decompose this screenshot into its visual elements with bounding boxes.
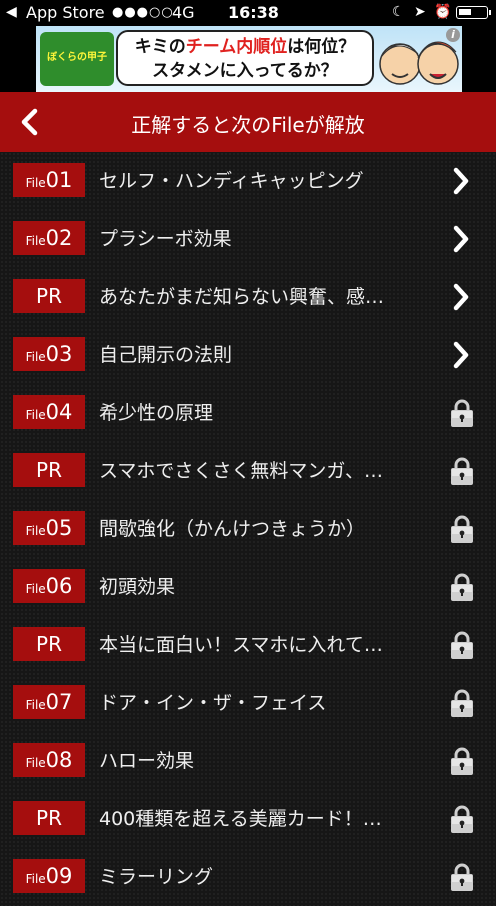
ad-info-icon[interactable]: i	[446, 28, 460, 42]
file-badge-number: 05	[45, 516, 73, 540]
list-item[interactable]: File04 希少性の原理	[0, 384, 496, 442]
chevron-right-icon[interactable]	[452, 341, 470, 369]
list-item[interactable]: File08 ハロー効果	[0, 732, 496, 790]
lock-icon	[451, 457, 473, 485]
back-to-app-icon[interactable]: ◀	[6, 4, 17, 20]
list-item-label: 希少性の原理	[99, 402, 214, 424]
pr-badge: PR	[13, 627, 85, 661]
pr-badge: PR	[13, 453, 85, 487]
signal-strength-icon: ●●●○○	[112, 5, 174, 20]
list-item[interactable]: File01 セルフ・ハンディキャッピング	[0, 152, 496, 210]
file-badge-prefix: File	[25, 756, 46, 770]
lock-icon	[451, 573, 473, 601]
clock: 16:38	[228, 3, 279, 22]
list-item-label: 初頭効果	[99, 576, 176, 598]
list-item-label: 400種類を超える美麗カード！…	[99, 808, 382, 830]
list-item-label: スマホでさくさく無料マンガ、…	[99, 460, 384, 482]
ad-banner[interactable]: ぼくらの甲子園! キミのチーム内順位は何位？ スタメンに入ってるか？ i	[36, 26, 462, 92]
status-bar: ◀ App Store ●●●○○ 4G 16:38 ☾ ➤ ⏰	[0, 0, 496, 26]
chevron-right-icon[interactable]	[452, 225, 470, 253]
file-badge-number: 07	[45, 690, 73, 714]
back-to-app-label[interactable]: App Store	[26, 3, 105, 22]
list-item-label: ハロー効果	[99, 750, 195, 772]
list-item[interactable]: PR スマホでさくさく無料マンガ、…	[0, 442, 496, 500]
file-badge: File05	[13, 511, 85, 545]
file-badge-prefix: File	[25, 582, 46, 596]
file-list: File01 セルフ・ハンディキャッピング File02 プラシーボ効果 PR あなたがま…	[0, 152, 496, 906]
list-item[interactable]: PR 本当に面白い！スマホに入れて…	[0, 616, 496, 674]
pr-badge: PR	[13, 801, 85, 835]
file-badge-number: 01	[45, 168, 73, 192]
lock-icon	[451, 631, 473, 659]
list-item-label: ドア・イン・ザ・フェイス	[99, 692, 327, 714]
file-badge: File04	[13, 395, 85, 429]
list-item[interactable]: File07 ドア・イン・ザ・フェイス	[0, 674, 496, 732]
file-badge: File01	[13, 163, 85, 197]
list-item-label: 自己開示の法則	[99, 344, 233, 366]
ad-area: ぼくらの甲子園! キミのチーム内順位は何位？ スタメンに入ってるか？ i	[0, 26, 496, 92]
network-type: 4G	[172, 3, 195, 22]
list-item[interactable]: File03 自己開示の法則	[0, 326, 496, 384]
file-badge-number: 02	[45, 226, 73, 250]
list-item-label: プラシーボ効果	[99, 228, 232, 250]
lock-icon	[451, 805, 473, 833]
list-item-label: 間歇強化（かんけつきょうか）	[99, 518, 366, 540]
lock-icon	[451, 399, 473, 427]
list-item[interactable]: File02 プラシーボ効果	[0, 210, 496, 268]
list-item-label: セルフ・ハンディキャッピング	[99, 170, 364, 192]
file-badge-prefix: File	[25, 234, 46, 248]
chevron-right-icon[interactable]	[452, 167, 470, 195]
alarm-icon: ⏰	[434, 4, 452, 20]
ad-line-1-highlight: チーム内順位	[185, 37, 288, 57]
file-badge-prefix: File	[25, 698, 46, 712]
ad-line-1-a: キミの	[134, 37, 186, 57]
lock-icon	[451, 747, 473, 775]
ad-line-1-b: は何位？	[287, 37, 356, 57]
file-badge-number: 06	[45, 574, 73, 598]
file-badge: File03	[13, 337, 85, 371]
list-item[interactable]: File05 間歇強化（かんけつきょうか）	[0, 500, 496, 558]
list-item-label: あなたがまだ知らない興奮、感…	[99, 286, 385, 308]
ad-speech-bubble: キミのチーム内順位は何位？ スタメンに入ってるか？	[116, 30, 374, 86]
file-badge-prefix: File	[25, 350, 46, 364]
file-badge: File02	[13, 221, 85, 255]
file-badge: File09	[13, 859, 85, 893]
file-badge-prefix: File	[25, 872, 46, 886]
file-badge-number: 08	[45, 748, 73, 772]
file-badge: File07	[13, 685, 85, 719]
do-not-disturb-icon: ☾	[392, 4, 405, 20]
lock-icon	[451, 515, 473, 543]
list-item-label: ミラーリング	[99, 866, 214, 888]
list-item[interactable]: PR 400種類を超える美麗カード！…	[0, 790, 496, 848]
file-badge-prefix: File	[25, 408, 46, 422]
file-badge-number: 04	[45, 400, 73, 424]
ad-line-2: スタメンに入ってるか？	[152, 61, 338, 81]
file-badge-number: 09	[45, 864, 73, 888]
file-badge-prefix: File	[25, 524, 46, 538]
file-badge: File06	[13, 569, 85, 603]
pr-badge: PR	[13, 279, 85, 313]
file-badge-number: 03	[45, 342, 73, 366]
battery-icon	[456, 6, 491, 19]
list-item-label: 本当に面白い！スマホに入れて…	[99, 634, 383, 656]
chevron-right-icon[interactable]	[452, 283, 470, 311]
file-badge: File08	[13, 743, 85, 777]
file-badge-prefix: File	[25, 176, 46, 190]
list-item[interactable]: PR あなたがまだ知らない興奮、感…	[0, 268, 496, 326]
ad-line-1: キミのチーム内順位は何位？	[118, 35, 372, 59]
list-item[interactable]: File09 ミラーリング	[0, 848, 496, 906]
list-item[interactable]: File06 初頭効果	[0, 558, 496, 616]
page-title: 正解すると次のFileが解放	[131, 113, 365, 137]
ad-game-logo: ぼくらの甲子園!	[40, 32, 114, 86]
lock-icon	[451, 689, 473, 717]
nav-bar: 正解すると次のFileが解放	[0, 92, 496, 152]
lock-icon	[451, 863, 473, 891]
location-icon: ➤	[414, 4, 426, 20]
